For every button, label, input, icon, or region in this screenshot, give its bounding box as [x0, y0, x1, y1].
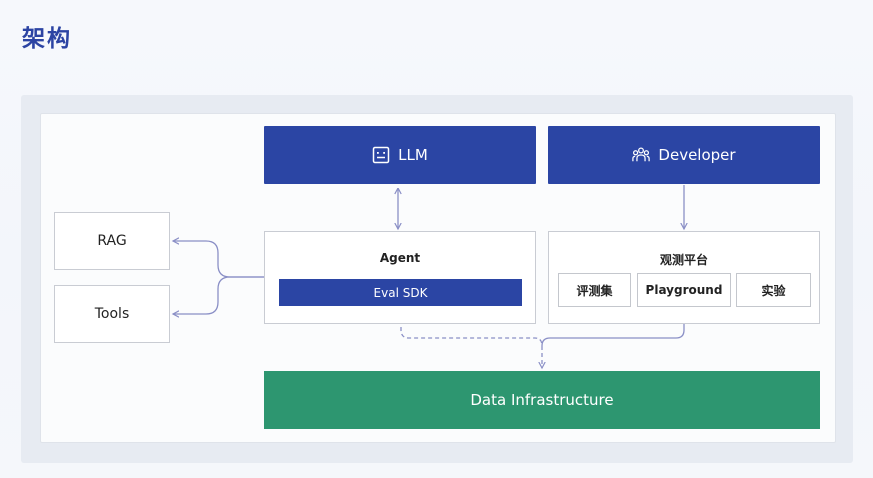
- agent-block[interactable]: Agent Eval SDK: [264, 231, 536, 324]
- tools-label: Tools: [94, 306, 130, 322]
- playground-label: Playground: [645, 283, 723, 297]
- evaluation-set-label: 评测集: [576, 283, 613, 298]
- llm-block[interactable]: LLM: [264, 126, 536, 184]
- llm-label: LLM: [398, 146, 428, 164]
- evaluation-set-box[interactable]: 评测集: [558, 273, 631, 307]
- people-group-icon: [632, 146, 651, 164]
- eval-sdk-label: Eval SDK: [373, 285, 428, 300]
- developer-block[interactable]: Developer: [548, 126, 820, 184]
- eval-sdk-bar[interactable]: Eval SDK: [279, 279, 522, 306]
- rag-block[interactable]: RAG: [54, 212, 170, 270]
- observability-label: 观测平台: [659, 253, 708, 267]
- tools-block[interactable]: Tools: [54, 285, 170, 343]
- page-title: 架构: [22, 26, 72, 52]
- developer-label: Developer: [658, 146, 736, 164]
- data-infrastructure-block[interactable]: Data Infrastructure: [264, 371, 820, 429]
- data-infrastructure-label: Data Infrastructure: [470, 391, 614, 409]
- rag-label: RAG: [97, 233, 127, 249]
- slide-page: 架构 LLM Developer RAG Tools Agent Eval SD…: [0, 0, 873, 478]
- agent-label: Agent: [379, 251, 421, 265]
- robot-face-icon: [372, 146, 390, 164]
- playground-box[interactable]: Playground: [637, 273, 731, 307]
- observability-platform-block[interactable]: 观测平台 评测集 Playground 实验: [548, 231, 820, 324]
- experiment-box[interactable]: 实验: [736, 273, 811, 307]
- experiment-label: 实验: [761, 283, 786, 298]
